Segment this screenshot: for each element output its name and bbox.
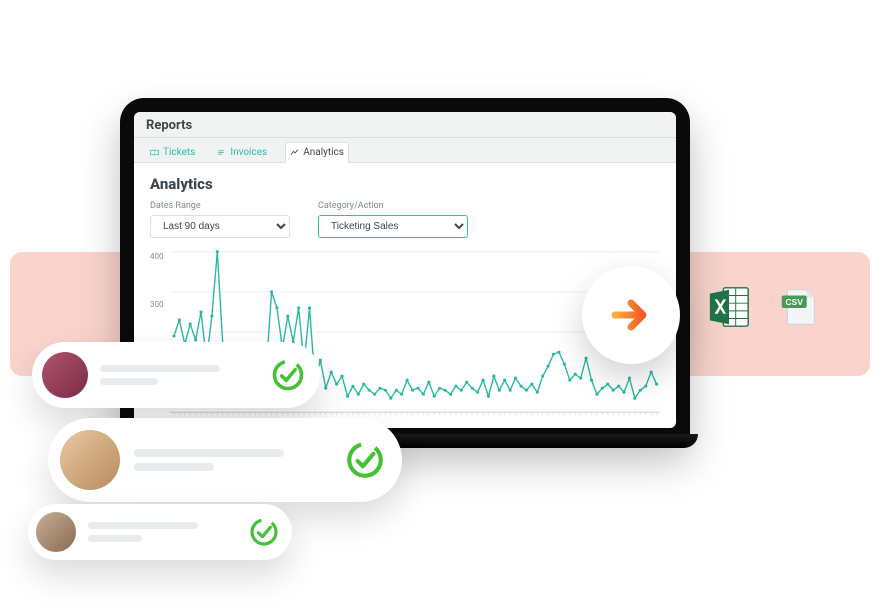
tab-label: Invoices (230, 147, 267, 158)
check-badge (344, 439, 386, 481)
user-card-3 (28, 504, 292, 560)
tab-label: Analytics (303, 147, 344, 158)
check-icon (344, 439, 386, 481)
filters: Dates Range Last 90 days Category/Action… (150, 201, 660, 238)
avatar (42, 352, 88, 398)
check-icon (270, 357, 306, 393)
section-title: Analytics (150, 175, 660, 193)
arrow-right-icon (607, 291, 655, 339)
ytick: 300 (150, 300, 164, 309)
placeholder-lines (88, 522, 234, 542)
filter-category: Category/Action Ticketing Sales (318, 201, 468, 238)
tab-invoices[interactable]: Invoices (213, 142, 271, 162)
excel-icon[interactable] (706, 284, 752, 330)
export-icons: CSV (706, 284, 822, 330)
placeholder-lines (100, 365, 256, 385)
ytick: 400 (150, 252, 164, 261)
svg-text:CSV: CSV (785, 297, 803, 307)
user-card-1 (32, 342, 320, 408)
category-select[interactable]: Ticketing Sales (318, 215, 468, 238)
csv-icon[interactable]: CSV (776, 284, 822, 330)
check-icon (248, 516, 280, 548)
page-header: Reports (134, 112, 676, 138)
check-badge (248, 516, 280, 548)
tab-analytics[interactable]: Analytics (285, 142, 349, 163)
check-badge (270, 357, 306, 393)
ticket-icon (150, 148, 159, 157)
dates-select[interactable]: Last 90 days (150, 215, 290, 238)
placeholder-lines (134, 449, 330, 471)
analytics-icon (290, 148, 299, 157)
filter-category-label: Category/Action (318, 201, 468, 211)
tab-label: Tickets (163, 147, 195, 158)
user-card-2 (48, 418, 402, 502)
avatar (60, 430, 120, 490)
invoice-icon (217, 148, 226, 157)
page-title: Reports (146, 118, 664, 133)
filter-dates: Dates Range Last 90 days (150, 201, 290, 238)
tab-tickets[interactable]: Tickets (146, 142, 199, 162)
avatar (36, 512, 76, 552)
export-arrow (582, 266, 680, 364)
filter-dates-label: Dates Range (150, 201, 290, 211)
tabs: Tickets Invoices Analytics (134, 138, 676, 163)
